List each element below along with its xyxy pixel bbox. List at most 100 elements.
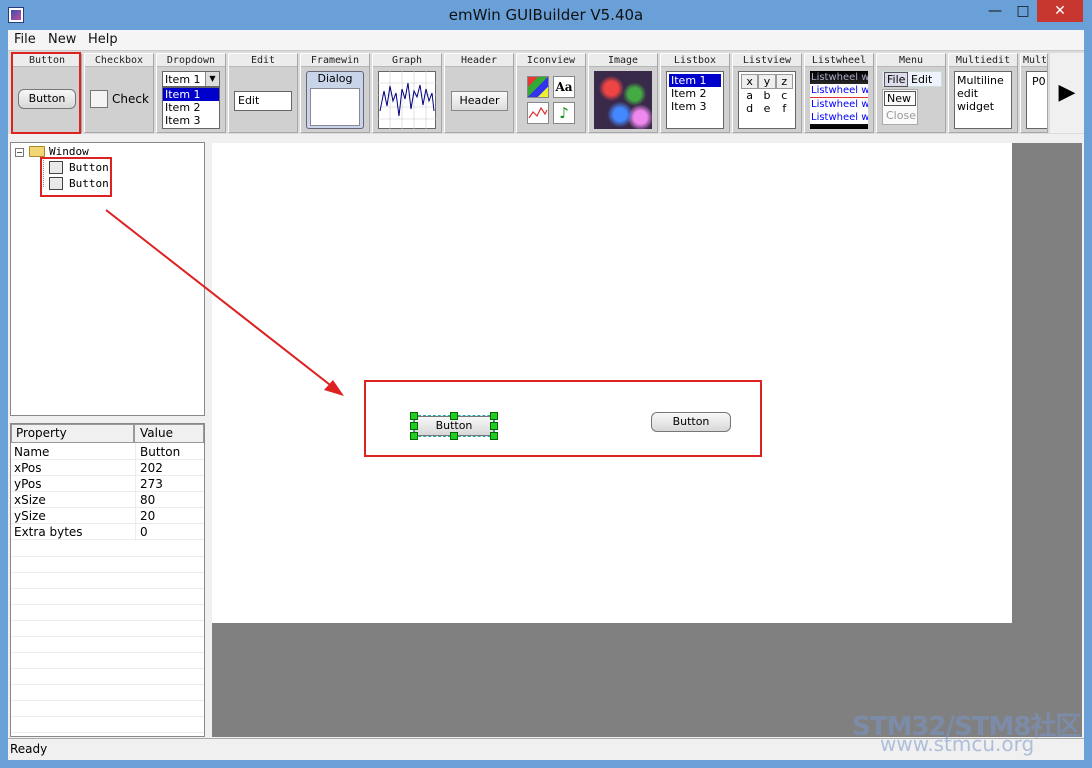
tool-image-header: Image [589, 54, 657, 67]
tool-dropdown-header: Dropdown [157, 54, 225, 67]
graph-preview-icon [378, 71, 436, 129]
property-column-header[interactable]: Property [11, 424, 134, 443]
tool-graph[interactable]: Graph [372, 53, 442, 133]
minimize-button[interactable]: — [980, 0, 1010, 22]
tool-header-header: Header [445, 54, 513, 67]
multiedit-preview: Multiline edit widget [954, 71, 1012, 129]
tool-image[interactable]: Image [588, 53, 658, 133]
toolbar-highlight-box [11, 52, 81, 134]
dropdown-field: Item 1 ▼ [162, 71, 220, 87]
listview-row: d e f [741, 102, 793, 115]
chart-icon [527, 102, 549, 124]
framewin-client [310, 88, 360, 126]
listview-cell: y [758, 74, 776, 89]
listwheel-item: Listwheel wid [810, 111, 868, 124]
menu-help[interactable]: Help [88, 32, 118, 48]
tree-expander-icon[interactable]: − [15, 148, 24, 157]
tool-menu[interactable]: Menu File Edit New Close [876, 53, 946, 133]
listbox-item: Item 2 [671, 87, 707, 100]
menu-preview-item: Edit [911, 73, 933, 86]
property-value: Button [140, 445, 181, 459]
canvas-highlight-box [364, 380, 762, 457]
property-row[interactable]: xSize 80 [11, 492, 204, 508]
dropdown-item: Item 3 [165, 114, 201, 127]
tool-framewin[interactable]: Framewin Dialog [300, 53, 370, 133]
tool-checkbox-header: Checkbox [85, 54, 153, 67]
menu-file[interactable]: File [14, 32, 36, 48]
dropdown-item: Item 2 [165, 101, 201, 114]
property-name: Name [14, 445, 50, 459]
property-row[interactable]: xPos 202 [11, 460, 204, 476]
maximize-button[interactable]: □ [1008, 0, 1038, 22]
tool-menu-header: Menu [877, 54, 945, 67]
tool-iconview[interactable]: Iconview Aa ♪ [516, 53, 586, 133]
widget-toolbar: Button Button Checkbox Check Dropdown It… [8, 50, 1084, 134]
font-icon: Aa [553, 76, 575, 98]
close-button[interactable]: ✕ [1037, 0, 1083, 22]
property-name: Extra bytes [14, 525, 83, 539]
property-row[interactable]: Name Button [11, 444, 204, 460]
property-grid: Property Value Name Button xPos 202 yPos 27… [10, 423, 205, 737]
listview-cell: c [781, 89, 788, 102]
folder-icon [29, 146, 45, 157]
listview-row: a b c [741, 89, 793, 102]
tool-edit-header: Edit [229, 54, 297, 67]
listview-header-row: x y z [741, 74, 793, 89]
framewin-preview: Dialog [306, 71, 364, 129]
tool-checkbox-label: Check [112, 93, 149, 106]
menu-bar: File New Help [8, 30, 1084, 50]
listwheel-item: Listwheel wid [811, 72, 868, 83]
multipage-tab: P0 [1032, 75, 1046, 88]
checkbox-box-icon [90, 90, 108, 108]
menu-preview-popup: New Close [882, 89, 918, 125]
tool-graph-header: Graph [373, 54, 441, 67]
multiedit-line: widget [957, 100, 995, 113]
tool-iconview-header: Iconview [517, 54, 585, 67]
menu-preview-bar: File Edit [882, 71, 942, 87]
property-value: 0 [140, 525, 148, 539]
listview-cell: d [746, 102, 754, 115]
listbox-item: Item 3 [671, 100, 707, 113]
listview-cell: b [763, 89, 771, 102]
tool-framewin-header: Framewin [301, 54, 369, 67]
property-name: xSize [14, 493, 46, 507]
tool-listview[interactable]: Listview x y z a b c d e f [732, 53, 802, 133]
tool-multiedit[interactable]: Multiedit Multiline edit widget [948, 53, 1018, 133]
multiedit-line: Multiline [957, 74, 1004, 87]
title-bar: emWin GUIBuilder V5.40a — □ ✕ [0, 0, 1092, 30]
menu-preview-subitem: Close [886, 109, 916, 122]
toolbar-scroll-right-icon[interactable]: ▶ [1050, 53, 1084, 133]
property-name: yPos [14, 477, 42, 491]
menu-preview-subitem: New [884, 91, 916, 106]
value-column-header[interactable]: Value [134, 424, 204, 443]
dropdown-selected: Item 1 [165, 73, 201, 86]
property-row[interactable]: ySize 20 [11, 508, 204, 524]
tool-listbox[interactable]: Listbox Item 1 Item 2 Item 3 [660, 53, 730, 133]
listbox-preview: Item 1 Item 2 Item 3 [666, 71, 724, 129]
design-area: Button Button [212, 143, 1082, 737]
listview-cell: x [741, 74, 759, 89]
tool-header[interactable]: Header Header [444, 53, 514, 133]
menu-new[interactable]: New [48, 32, 76, 48]
tool-listview-header: Listview [733, 54, 801, 67]
listview-cell: f [782, 102, 787, 115]
listview-cell: z [775, 74, 793, 89]
tool-listwheel[interactable]: Listwheel Listwheel wid Listwheel wid Li… [804, 53, 874, 133]
tree-highlight-box [40, 157, 112, 197]
listwheel-item: Listwheel wid [810, 84, 868, 98]
property-row[interactable]: Extra bytes 0 [11, 524, 204, 540]
tool-edit[interactable]: Edit Edit [228, 53, 298, 133]
tool-multipage[interactable]: Mult P0 [1020, 53, 1048, 133]
property-value: 20 [140, 509, 156, 523]
tool-checkbox[interactable]: Checkbox Check [84, 53, 154, 133]
client-area: File New Help Button Button Checkbox Che… [8, 30, 1084, 760]
window-canvas[interactable]: Button Button [212, 143, 1012, 623]
listwheel-preview: Listwheel wid Listwheel wid Listwheel wi… [810, 71, 868, 129]
tool-listwheel-header: Listwheel [805, 54, 873, 67]
tool-dropdown[interactable]: Dropdown Item 1 ▼ Item 1 Item 2 Item 3 [156, 53, 226, 133]
listview-cell: e [763, 102, 771, 115]
listview-cell: a [746, 89, 754, 102]
music-note-icon: ♪ [553, 102, 575, 124]
property-value: 202 [140, 461, 163, 475]
property-row[interactable]: yPos 273 [11, 476, 204, 492]
